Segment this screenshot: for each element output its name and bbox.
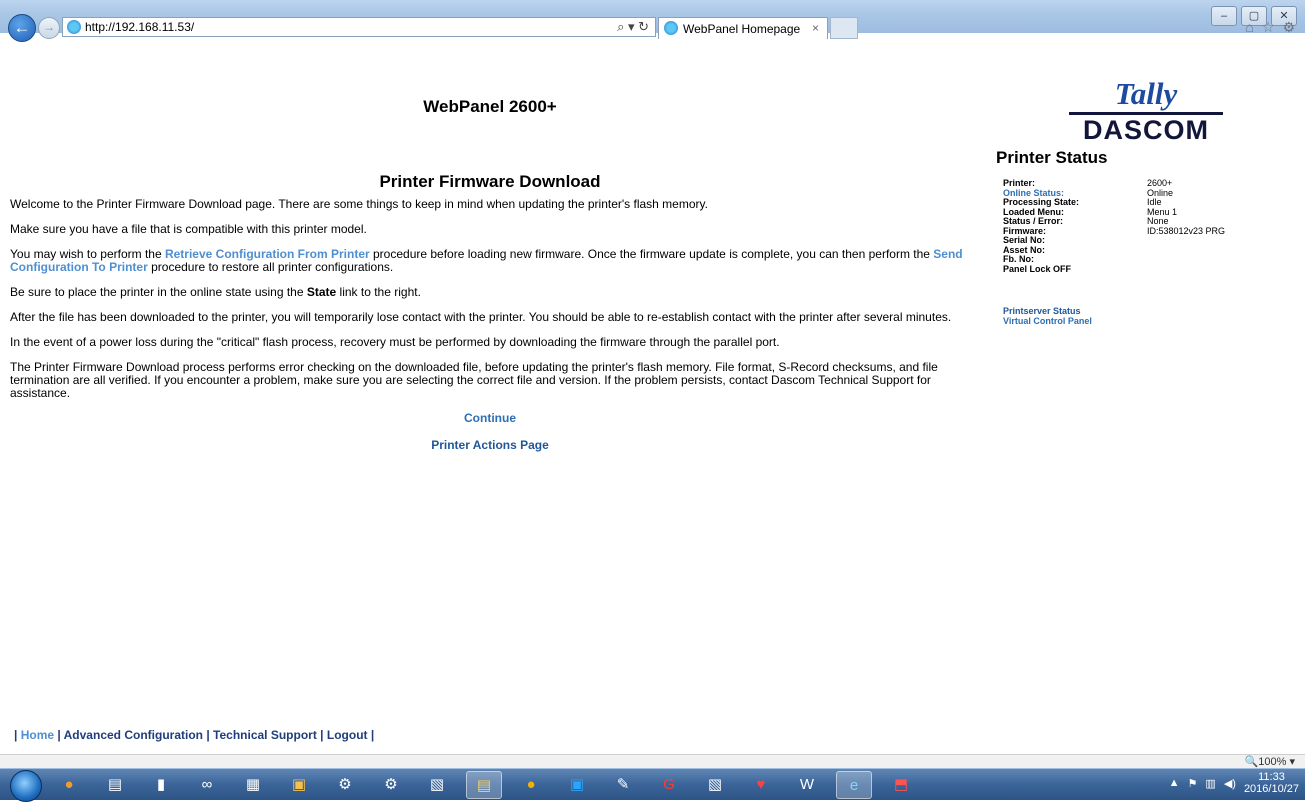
page-content: WebPanel 2600+ Tally DASCOM Printer Firm… [0,42,1305,754]
taskbar-apps: ● ▤ ▮ ∞ ▦ ▣ ⚙ ⚙ ▧ ▤ ● ▣ ✎ G ▧ ♥ W e ⬒ [52,771,918,799]
favorites-star-icon[interactable]: ☆ [1262,19,1275,36]
separator: | [206,728,210,742]
status-bar: 🔍100% ▾ [0,754,1305,769]
tab-label: WebPanel Homepage [683,22,801,36]
new-tab-button[interactable] [830,17,858,39]
tool-icon[interactable]: ✎ [606,771,640,797]
tray-volume-icon[interactable]: ◀) [1224,777,1236,790]
separator: | [14,728,18,742]
advanced-configuration-link[interactable]: Advanced Configuration [64,728,203,742]
text: procedure to restore all printer configu… [147,260,394,274]
system-tray: ▲ ⚑ ▥ ◀) 11:33 2016/10/27 [1169,771,1299,795]
calc-icon[interactable]: ▦ [236,771,270,797]
tab-close-icon[interactable]: × [812,21,819,35]
printer-status-heading: Printer Status [996,148,1108,167]
app-icon[interactable]: ▮ [144,771,178,797]
status-table: Printer: 2600+ Online Status: Online Proce… [996,178,1226,275]
status-value [1147,236,1225,246]
navigation-bar: ← → http://192.168.11.53/ ⌕ ▾ ↻ WebPanel… [0,14,1305,42]
photo-icon[interactable]: ▧ [420,771,454,797]
tray-network-icon[interactable]: ▥ [1205,777,1215,790]
separator: | [320,728,324,742]
network-icon[interactable]: ∞ [190,771,224,797]
paragraph-welcome: Welcome to the Printer Firmware Download… [10,197,708,211]
ie-icon[interactable]: e [836,771,872,799]
status-value [1147,246,1225,256]
status-row: Panel Lock OFF [996,263,1225,275]
ie-page-icon [67,20,81,34]
text: link to the right. [336,285,421,299]
tally-dascom-logo: Tally DASCOM [1063,78,1229,144]
qq-icon[interactable]: ● [514,771,548,797]
separator: | [57,728,61,742]
technical-support-link[interactable]: Technical Support [213,728,317,742]
address-bar[interactable]: http://192.168.11.53/ ⌕ ▾ ↻ [62,17,656,37]
home-link[interactable]: Home [21,728,54,742]
state-bold-text: State [306,285,337,299]
windows-taskbar: ● ▤ ▮ ∞ ▦ ▣ ⚙ ⚙ ▧ ▤ ● ▣ ✎ G ▧ ♥ W e ⬒ ▲ … [0,768,1305,802]
main-content: Printer Firmware Download Welcome to the… [10,172,970,466]
retrieve-configuration-link[interactable]: Retrieve Configuration From Printer [165,247,370,261]
back-button[interactable]: ← [8,14,36,42]
firefox-icon[interactable]: ● [52,771,86,797]
clock-date: 2016/10/27 [1243,783,1299,795]
url-text[interactable]: http://192.168.11.53/ [85,20,194,34]
page-heading: Printer Firmware Download [379,172,601,191]
paragraph-power-loss: In the event of a power loss during the … [10,335,780,349]
text: Be sure to place the printer in the onli… [10,285,307,299]
separator: | [370,728,375,742]
site-title: WebPanel 2600+ [423,97,557,116]
paragraph-configuration: You may wish to perform the Retrieve Con… [10,248,970,274]
text: You may wish to perform the [10,247,165,261]
paragraph-online-state: Be sure to place the printer in the onli… [10,286,970,299]
footer-navigation: | Home | Advanced Configuration | Techni… [14,728,374,742]
tray-flag-icon[interactable]: ⚑ [1188,777,1198,790]
gear-icon[interactable]: ⚙ [328,771,362,797]
forward-button[interactable]: → [38,17,60,39]
tab-webpanel-homepage[interactable]: WebPanel Homepage × [658,17,828,39]
status-links: Printserver Status Virtual Control Panel [996,306,1296,326]
settings-gear-icon[interactable]: ⚙ [1282,19,1295,36]
paragraph-compatible: Make sure you have a file that is compat… [10,222,367,236]
notes-icon[interactable]: ▤ [466,771,502,799]
status-value [1147,255,1225,265]
fax-icon[interactable]: ▧ [698,771,732,797]
start-button[interactable] [10,770,42,802]
paragraph-error-checking: The Printer Firmware Download process pe… [10,360,938,400]
heart-icon[interactable]: ♥ [744,771,778,797]
box-icon[interactable]: ▣ [560,771,594,797]
logout-link[interactable]: Logout [327,728,368,742]
mfc-icon[interactable]: ▣ [282,771,316,797]
logo-tally-text: Tally [1114,76,1178,111]
printer-actions-link[interactable]: Printer Actions Page [10,439,970,452]
browser-toolbar-icons: ⌂ ☆ ⚙ [1245,19,1295,36]
acrobat-icon[interactable]: ⬒ [884,771,918,797]
tray-expand-icon[interactable]: ▲ [1169,777,1180,789]
explorer-icon[interactable]: ▤ [98,771,132,797]
continue-link[interactable]: Continue [10,412,970,425]
zoom-control[interactable]: 🔍100% ▾ [1245,755,1295,768]
status-value [1147,265,1225,275]
search-refresh-icon[interactable]: ⌕ ▾ ↻ [617,19,649,35]
clock-time: 11:33 [1258,771,1285,783]
printserver-status-link[interactable]: Printserver Status [1003,306,1296,316]
system-clock[interactable]: 11:33 2016/10/27 [1244,771,1299,795]
logo-dascom-text: DASCOM [1083,115,1209,145]
virtual-control-panel-link[interactable]: Virtual Control Panel [1003,316,1296,326]
word-icon[interactable]: W [790,771,824,797]
printer-status-panel: Printer Status Printer: 2600+ Online Stat… [996,148,1296,326]
status-value: ID:538012v23 PRG [1147,225,1226,236]
text: procedure before loading new firmware. O… [369,247,934,261]
gear-icon[interactable]: ⚙ [374,771,408,797]
status-key: Panel Lock OFF [1003,263,1072,274]
red-g-icon[interactable]: G [652,771,686,797]
home-icon[interactable]: ⌂ [1245,19,1253,36]
ie-tab-icon [664,21,678,35]
paragraph-contact: After the file has been downloaded to th… [10,310,952,324]
